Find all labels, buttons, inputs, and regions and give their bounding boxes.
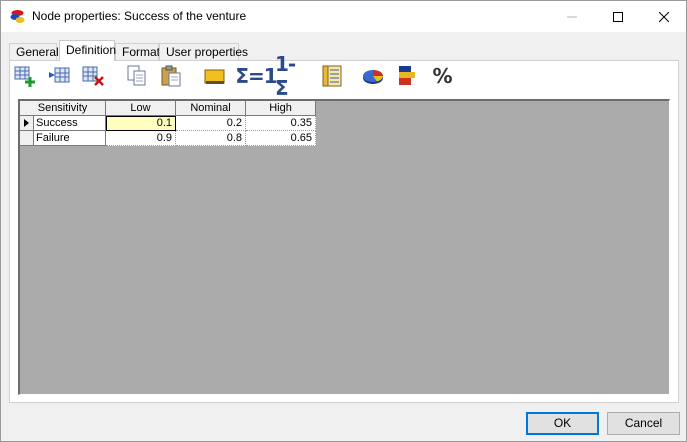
add-row-button[interactable] — [11, 62, 39, 90]
note-icon — [204, 69, 225, 84]
minimize-button[interactable] — [549, 1, 595, 32]
paste-icon — [161, 65, 181, 87]
percent-button[interactable]: % — [427, 62, 457, 90]
bar-chart-button[interactable] — [393, 62, 421, 90]
node-properties-dialog: Node properties: Success of the venture … — [0, 0, 687, 442]
maximize-button[interactable] — [595, 1, 641, 32]
row-label-failure[interactable]: Failure — [34, 131, 106, 146]
corner-header: Sensitivity — [20, 101, 106, 116]
pie-chart-icon — [363, 70, 383, 84]
ok-button[interactable]: OK — [526, 412, 599, 435]
sum-to-one-label: Σ=1 — [235, 64, 277, 88]
cell-failure-low[interactable]: 0.9 — [106, 131, 176, 146]
tab-definition[interactable]: Definition — [59, 40, 116, 61]
title-bar[interactable]: Node properties: Success of the venture — [1, 1, 686, 32]
row-label-success[interactable]: Success — [34, 116, 106, 131]
add-row-icon — [14, 66, 35, 87]
cell-failure-nominal[interactable]: 0.8 — [176, 131, 246, 146]
delete-row-button[interactable] — [79, 62, 107, 90]
cell-success-nominal[interactable]: 0.2 — [176, 116, 246, 131]
one-minus-sum-label: 1-Σ — [275, 52, 296, 100]
tab-user-properties[interactable]: User properties — [159, 43, 248, 60]
minimize-icon — [567, 16, 577, 17]
copy-icon — [127, 65, 146, 86]
app-node-icon — [10, 10, 25, 23]
pie-chart-button[interactable] — [359, 62, 387, 90]
insert-row-icon — [49, 67, 70, 83]
probability-grid[interactable]: Sensitivity Low Nominal High Success 0.1… — [18, 99, 670, 395]
paste-button[interactable] — [157, 62, 185, 90]
row-indicator[interactable] — [20, 116, 34, 131]
copy-button[interactable] — [123, 62, 151, 90]
normalize-sum-button[interactable]: Σ=1 — [235, 62, 277, 90]
close-button[interactable] — [641, 1, 687, 32]
maximize-icon — [613, 11, 623, 22]
cancel-button[interactable]: Cancel — [607, 412, 680, 435]
column-header-nominal[interactable]: Nominal — [176, 101, 246, 116]
complement-button[interactable]: 1-Σ — [275, 52, 305, 100]
tab-general[interactable]: General — [9, 43, 59, 60]
window-title: Node properties: Success of the venture — [32, 9, 247, 23]
cell-failure-high[interactable]: 0.65 — [246, 131, 316, 146]
table-view-button[interactable] — [318, 62, 346, 90]
insert-row-button[interactable] — [45, 62, 73, 90]
row-indicator[interactable] — [20, 131, 34, 146]
tab-format[interactable]: Format — [115, 43, 160, 60]
delete-row-icon — [82, 66, 104, 86]
percent-label: % — [432, 64, 452, 88]
cell-success-low[interactable]: 0.1 — [106, 116, 176, 131]
stacked-bar-icon — [399, 66, 415, 85]
cell-success-high[interactable]: 0.35 — [246, 116, 316, 131]
column-header-high[interactable]: High — [246, 101, 316, 116]
close-icon — [659, 11, 669, 22]
note-button[interactable] — [201, 62, 229, 90]
current-row-arrow-icon — [24, 119, 29, 127]
column-header-low[interactable]: Low — [106, 101, 176, 116]
table-ruler-icon — [322, 65, 342, 87]
